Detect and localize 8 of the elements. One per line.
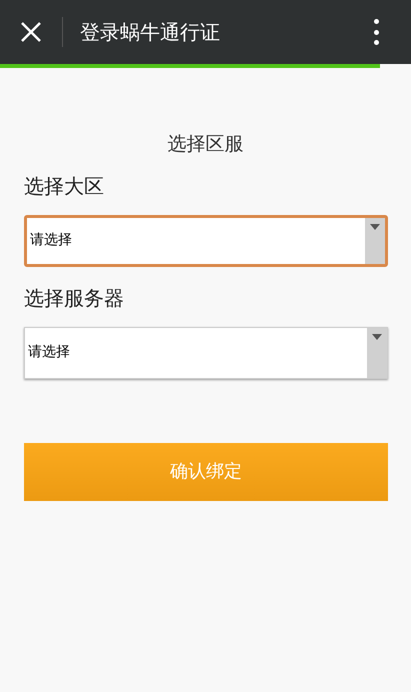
form-title: 选择区服	[168, 132, 244, 157]
page-title: 登录蜗牛通行证	[80, 19, 221, 46]
dropdown[interactable]: 请选择	[24, 214, 388, 266]
dropdown-value: 请选择	[29, 231, 73, 250]
field-label: 选择服务器	[24, 284, 125, 312]
dropdown-value: 请选择	[27, 343, 71, 362]
dropdown[interactable]: 请选择	[24, 326, 388, 378]
field-label: 选择大区	[24, 172, 105, 200]
